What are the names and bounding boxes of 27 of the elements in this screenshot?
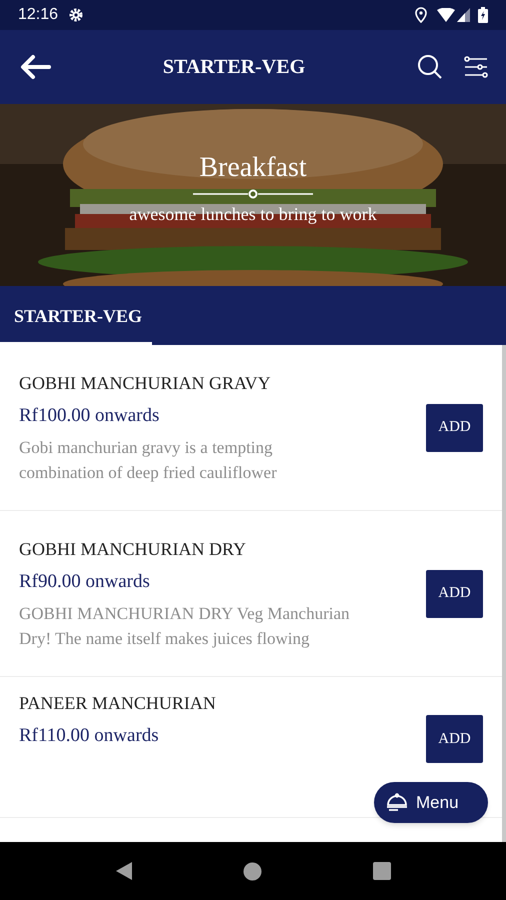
- home-nav-icon[interactable]: [242, 862, 262, 880]
- status-time: 12:16: [18, 5, 58, 25]
- back-nav-icon[interactable]: [114, 861, 132, 881]
- banner-subtitle: awesome lunches to bring to work: [129, 203, 377, 225]
- search-button[interactable]: [416, 53, 444, 81]
- add-button[interactable]: ADD: [426, 570, 483, 618]
- wifi-icon: [437, 8, 455, 22]
- food-cloche-icon: [386, 792, 408, 812]
- app-title: STARTER-VEG: [162, 55, 306, 80]
- menu-button[interactable]: Menu: [374, 782, 488, 823]
- item-description: Gobi manchurian gravy is a tempting combination of deep fried cauliflower: [19, 436, 278, 484]
- filter-button[interactable]: [464, 54, 488, 80]
- add-button[interactable]: ADD: [426, 715, 483, 763]
- item-name: PANEER MANCHURIAN: [19, 692, 217, 715]
- add-button[interactable]: ADD: [426, 404, 483, 452]
- gear-icon: [68, 7, 84, 23]
- item-name: GOBHI MANCHURIAN DRY: [19, 538, 248, 560]
- item-price: Rf90.00 onwards: [19, 570, 151, 594]
- battery-icon: [478, 7, 488, 23]
- item-price: Rf110.00 onwards: [19, 724, 160, 748]
- item-name: GOBHI MANCHURIAN GRAVY: [19, 372, 272, 394]
- location-icon: [415, 7, 427, 23]
- signal-icon: [457, 8, 470, 22]
- item-description: GOBHI MANCHURIAN DRY Veg Manchurian Dry! The name itself makes juices flowing: [19, 602, 351, 650]
- banner-title: Breakfast: [199, 151, 307, 185]
- item-price: Rf100.00 onwards: [19, 404, 160, 428]
- recents-nav-icon[interactable]: [372, 861, 392, 881]
